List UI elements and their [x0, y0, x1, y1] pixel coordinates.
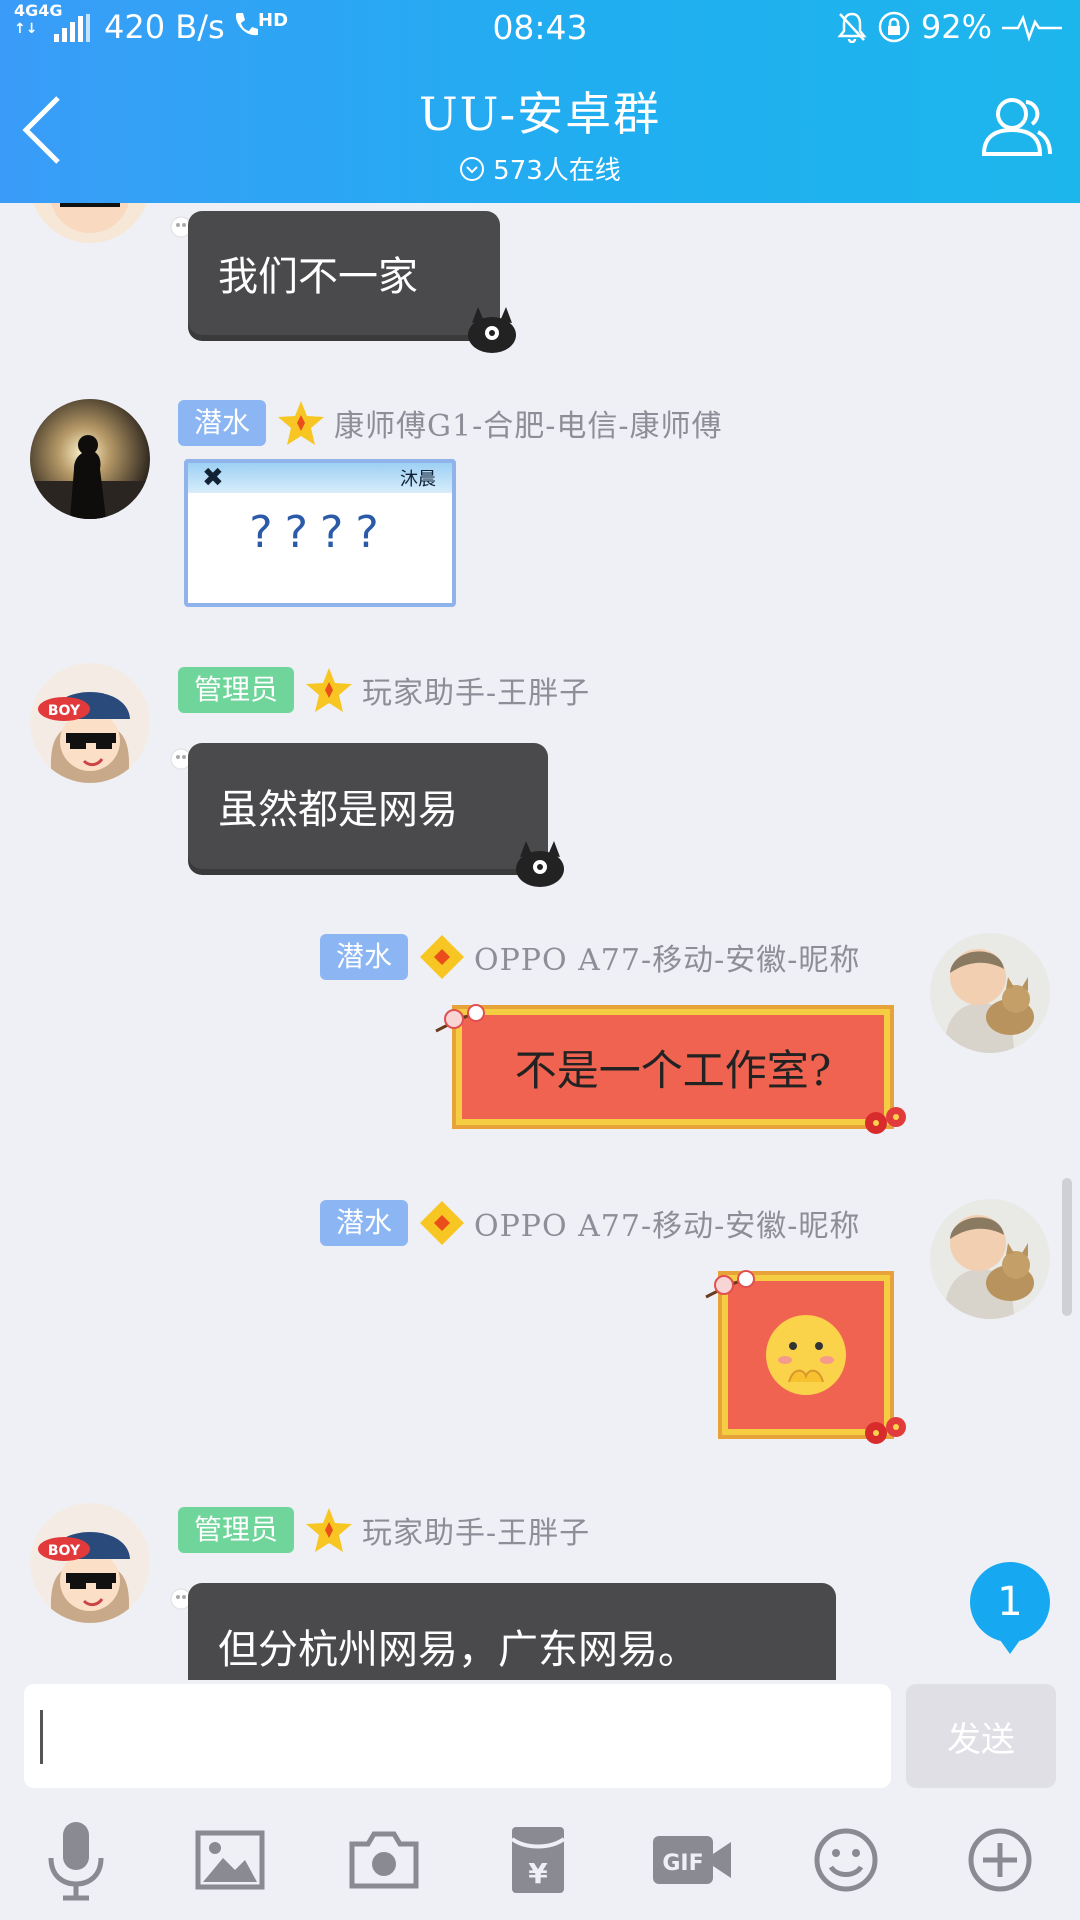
- camera-icon: [349, 1831, 419, 1889]
- text-caret: [40, 1710, 43, 1764]
- send-button[interactable]: 发送: [906, 1684, 1056, 1788]
- input-bar: 发送: [0, 1680, 1080, 1788]
- status-bar: 4G4G ↑↓ 420 B/s HD 08:43 92%: [0, 0, 1080, 56]
- emoji-button[interactable]: [804, 1818, 888, 1902]
- svg-text:BOY: BOY: [48, 703, 81, 719]
- diamond-icon: [420, 1201, 465, 1245]
- svg-text:GIF: GIF: [662, 1851, 703, 1876]
- svg-text:¥: ¥: [528, 1857, 548, 1890]
- admin-badge: 管理员: [178, 667, 295, 713]
- more-button[interactable]: [958, 1818, 1042, 1902]
- input-toolbar: ¥ GIF: [0, 1800, 1080, 1920]
- avatar[interactable]: [930, 933, 1050, 1053]
- mute-bell-icon: [837, 12, 867, 43]
- gif-icon: GIF: [653, 1836, 731, 1884]
- message-bubble[interactable]: 我们不一家: [188, 211, 516, 353]
- scrollbar[interactable]: [1062, 1178, 1072, 1316]
- red-packet-button[interactable]: ¥: [496, 1818, 580, 1902]
- message-input[interactable]: [24, 1684, 891, 1788]
- battery-level: 92%: [920, 8, 992, 46]
- avatar[interactable]: [30, 399, 150, 519]
- svg-text:BOY: BOY: [48, 1543, 81, 1559]
- member-level-badge: 潜水: [320, 1200, 409, 1246]
- group-members-button[interactable]: [976, 88, 1056, 168]
- app-header: 4G4G ↑↓ 420 B/s HD 08:43 92% UU-安卓群 573人在…: [0, 0, 1080, 203]
- close-icon: ✖: [202, 463, 224, 493]
- avatar[interactable]: [930, 1199, 1050, 1319]
- gif-button[interactable]: GIF: [650, 1818, 734, 1902]
- plum-blossom-icon: [435, 1004, 485, 1033]
- unread-count-badge[interactable]: 1: [970, 1562, 1050, 1654]
- image-icon: [195, 1830, 265, 1890]
- black-cat-icon: [516, 841, 564, 887]
- message-bubble[interactable]: 虽然都是网易: [188, 743, 564, 887]
- album-button[interactable]: [188, 1818, 272, 1902]
- admin-badge: 管理员: [178, 1507, 295, 1553]
- plus-icon: [968, 1828, 1032, 1892]
- heartbeat-icon: [1002, 14, 1062, 42]
- online-count[interactable]: 573人在线: [459, 150, 621, 187]
- group-title: UU-安卓群: [418, 87, 662, 141]
- red-packet-icon: ¥: [510, 1827, 566, 1893]
- members-icon: [981, 98, 1052, 156]
- sender-name: OPPO A77-移动-安徽-昵称: [474, 1209, 861, 1244]
- avatar[interactable]: BOY: [30, 1503, 150, 1623]
- message-list[interactable]: 我们不一家 潜水 康师傅G1-合肥-电信-康师傅 ✖ 沐晨 ???? BOY 管…: [0, 203, 1080, 1680]
- flower-icon: [865, 1417, 906, 1444]
- star-icon: [278, 401, 325, 445]
- sender-name: 玩家助手-王胖子: [362, 676, 591, 711]
- star-icon: [306, 1508, 353, 1552]
- emoji-icon: [814, 1828, 878, 1892]
- camera-button[interactable]: [342, 1818, 426, 1902]
- star-icon: [306, 668, 353, 712]
- diamond-icon: [420, 935, 465, 979]
- chevron-down-circle-icon: [460, 156, 485, 181]
- shy-face-icon: [766, 1315, 846, 1395]
- black-cat-icon: [468, 307, 516, 353]
- sender-name: OPPO A77-移动-安徽-昵称: [474, 943, 861, 978]
- flower-icon: [865, 1107, 906, 1134]
- plum-blossom-icon: [705, 1270, 755, 1299]
- sender-name: 玩家助手-王胖子: [362, 1516, 591, 1551]
- mic-icon: [48, 1822, 104, 1901]
- rotation-lock-icon: [878, 11, 910, 43]
- member-level-badge: 潜水: [320, 934, 409, 980]
- member-level-badge: 潜水: [178, 400, 267, 446]
- message-bubble[interactable]: 不是一个工作室?: [456, 1009, 890, 1125]
- avatar[interactable]: BOY: [30, 663, 150, 783]
- voice-button[interactable]: [34, 1818, 118, 1902]
- message-bubble[interactable]: 但分杭州网易，广东网易。: [188, 1583, 836, 1680]
- sticker-message[interactable]: ✖ 沐晨 ????: [184, 459, 456, 607]
- sender-name: 康师傅G1-合肥-电信-康师傅: [334, 409, 723, 444]
- avatar[interactable]: [30, 203, 150, 243]
